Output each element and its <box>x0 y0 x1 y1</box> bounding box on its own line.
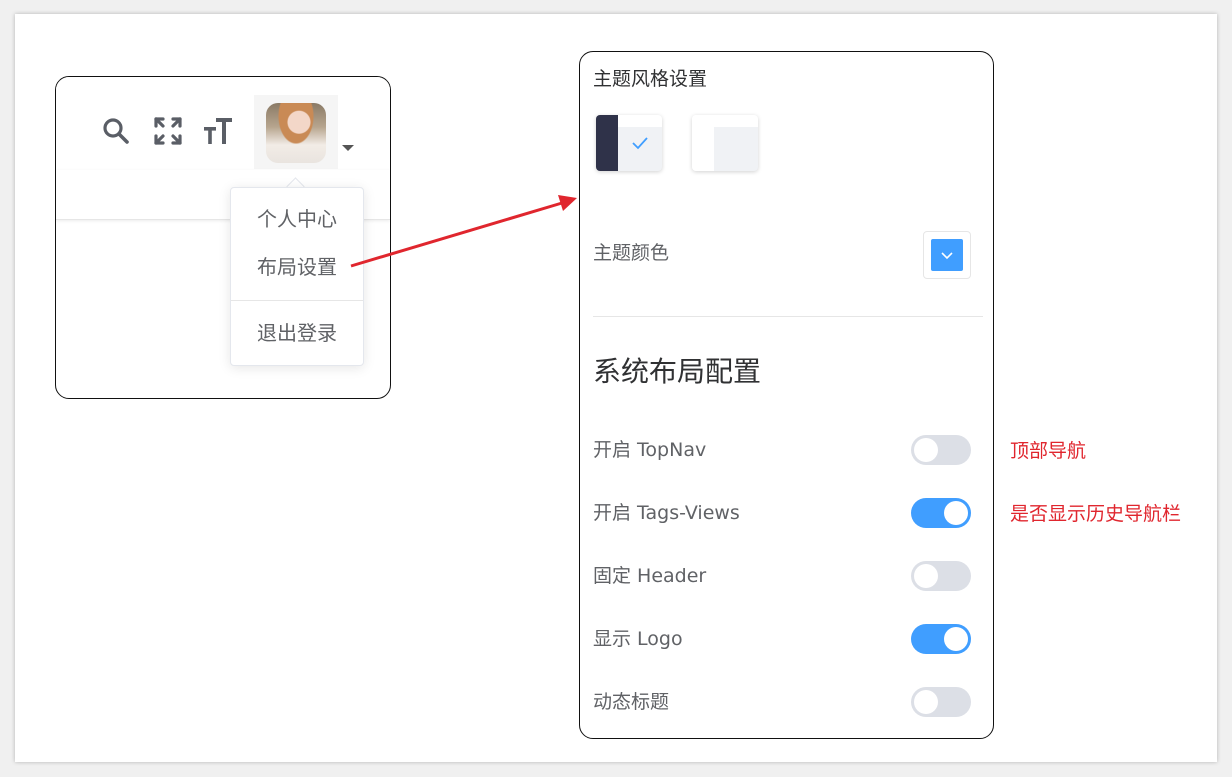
tags-views-switch[interactable] <box>911 498 971 528</box>
section-divider <box>593 316 983 317</box>
theme-color-picker[interactable] <box>923 231 971 279</box>
navbar <box>56 77 390 170</box>
avatar-container[interactable] <box>254 95 338 169</box>
annotation-tags-views: 是否显示历史导航栏 <box>1010 503 1182 525</box>
theme-style-title: 主题风格设置 <box>593 68 708 90</box>
chevron-down-icon <box>941 252 953 260</box>
toggle-label-fixed-header: 固定 Header <box>593 565 707 587</box>
navbar-preview-panel: 个人中心 布局设置 退出登录 <box>55 76 391 399</box>
fullscreen-icon[interactable] <box>152 115 184 147</box>
layout-config-heading: 系统布局配置 <box>593 355 762 388</box>
caret-down-icon[interactable] <box>342 145 354 151</box>
theme-option-dark[interactable] <box>596 115 662 171</box>
layout-settings-panel: 主题风格设置 主题颜色 系统布局配置 开启 TopNav 开启 Tags-Vie… <box>579 51 994 739</box>
menu-item-layout-settings[interactable]: 布局设置 <box>231 253 363 281</box>
theme-option-light[interactable] <box>692 115 758 171</box>
fixed-header-switch[interactable] <box>911 561 971 591</box>
menu-divider <box>231 300 363 301</box>
dynamic-title-switch[interactable] <box>911 687 971 717</box>
toggle-label-tags-views: 开启 Tags-Views <box>593 502 740 524</box>
user-avatar[interactable] <box>266 103 326 163</box>
toggle-label-show-logo: 显示 Logo <box>593 628 683 650</box>
user-dropdown-menu: 个人中心 布局设置 退出登录 <box>230 187 364 366</box>
theme-color-label: 主题颜色 <box>593 242 670 264</box>
toggle-label-topnav: 开启 TopNav <box>593 439 707 461</box>
menu-item-logout[interactable]: 退出登录 <box>231 319 363 347</box>
topnav-switch[interactable] <box>911 435 971 465</box>
show-logo-switch[interactable] <box>911 624 971 654</box>
menu-item-profile[interactable]: 个人中心 <box>231 205 363 233</box>
check-icon <box>632 137 648 150</box>
font-size-icon[interactable] <box>202 115 234 147</box>
annotation-topnav: 顶部导航 <box>1010 440 1087 462</box>
toggle-label-dynamic-title: 动态标题 <box>593 691 670 713</box>
search-icon[interactable] <box>100 115 132 147</box>
